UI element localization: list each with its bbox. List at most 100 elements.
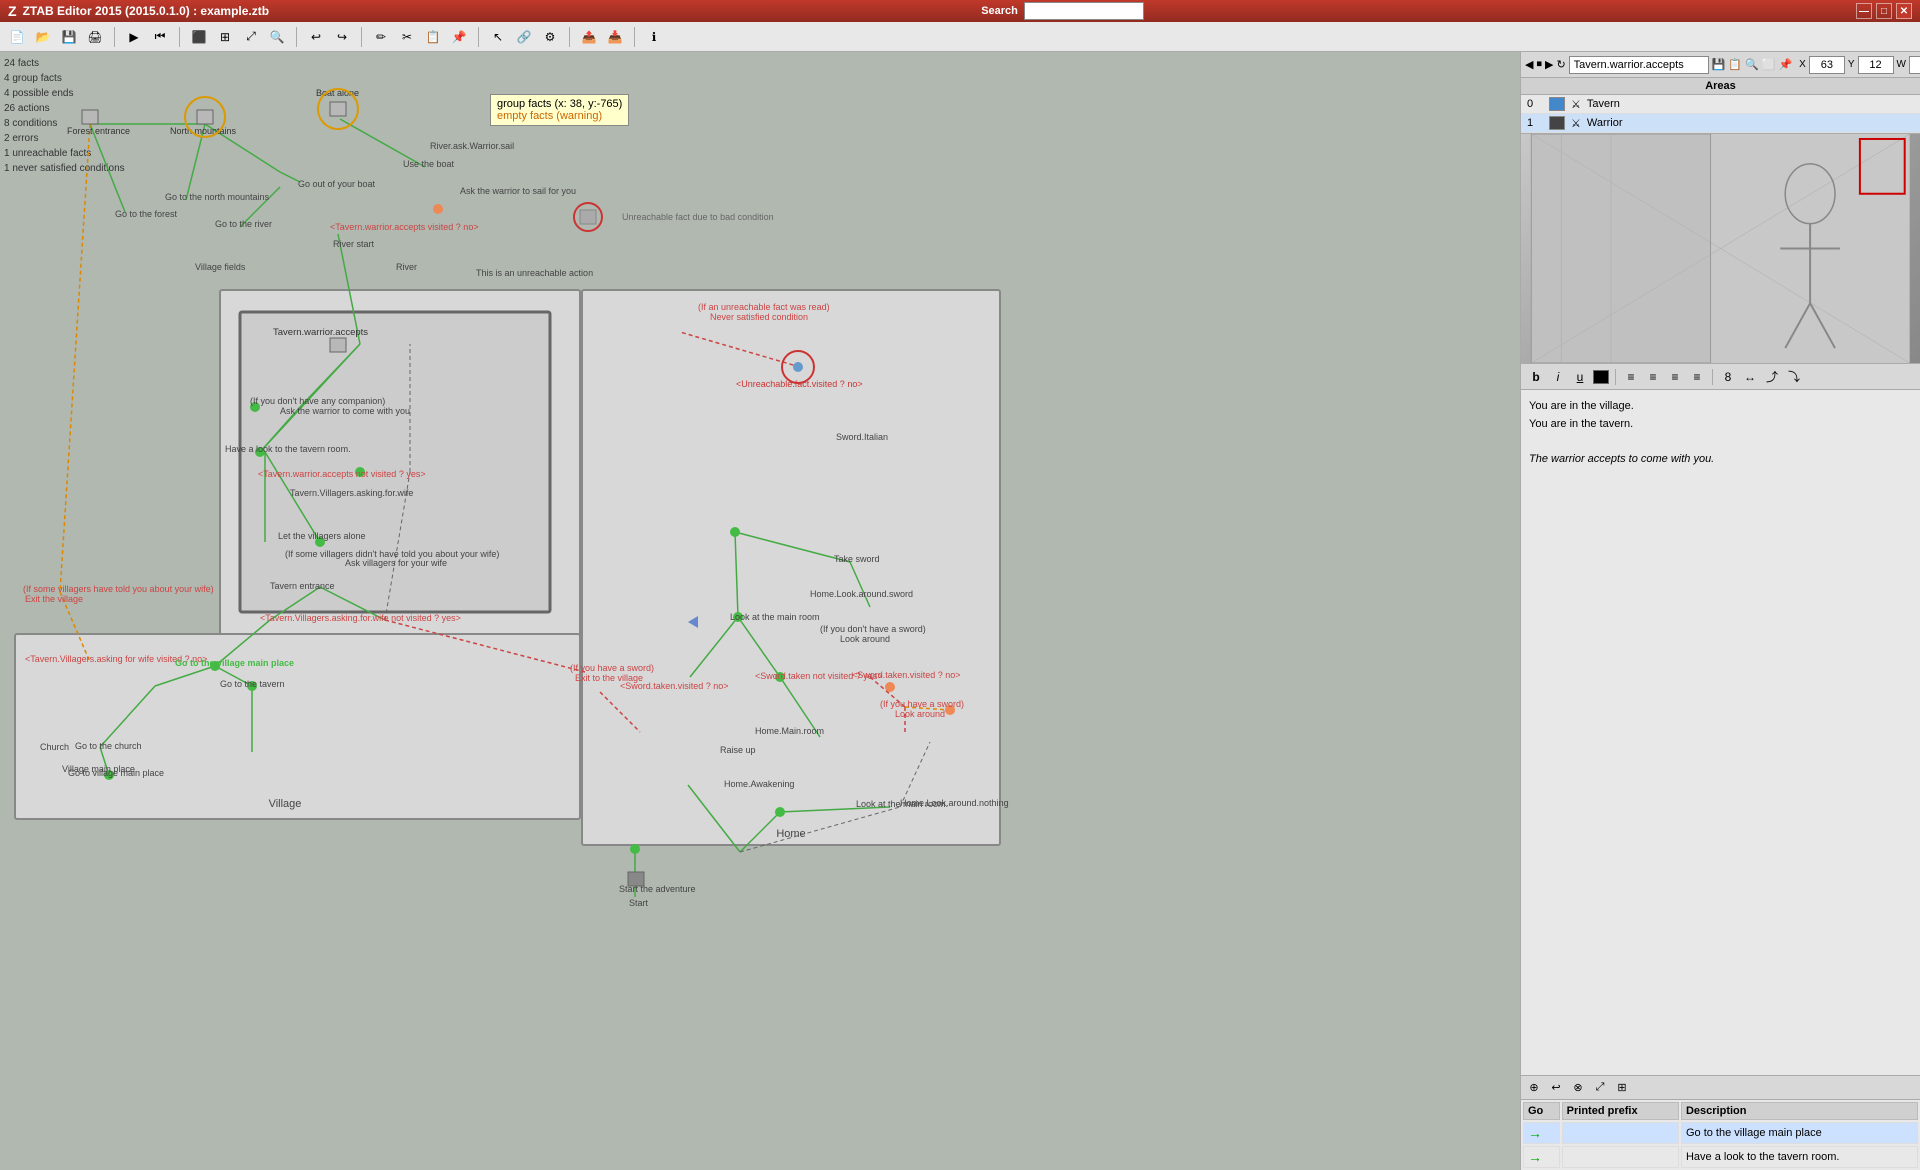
stat-conditions: 8 conditions — [4, 116, 125, 131]
area-icon-1 — [1549, 116, 1565, 130]
svg-text:Boat alone: Boat alone — [316, 88, 359, 98]
svg-text:(If you have a sword): (If you have a sword) — [880, 699, 964, 709]
undo-action-button[interactable]: ↩ — [1547, 1079, 1565, 1097]
export-text-button[interactable]: ⤴ — [1763, 368, 1781, 386]
settings-button[interactable]: ⚙ — [539, 26, 561, 48]
link-text-button[interactable]: ↔ — [1741, 368, 1759, 386]
import-text-button[interactable]: ⤵ — [1785, 368, 1803, 386]
start-button[interactable]: ⏮ — [149, 26, 171, 48]
action-row-0[interactable]: → Go to the village main place — [1523, 1122, 1918, 1144]
export-button[interactable]: 📤 — [578, 26, 600, 48]
about-button[interactable]: ℹ — [643, 26, 665, 48]
svg-text:<Tavern.Villagers.asking for w: <Tavern.Villagers.asking for wife visite… — [25, 654, 207, 664]
svg-text:Ask the warrior to sail for yo: Ask the warrior to sail for you — [460, 186, 576, 196]
area-row-0[interactable]: 0 ⚔ Tavern — [1521, 95, 1920, 114]
align-center-button[interactable]: ≡ — [1644, 368, 1662, 386]
areas-section: Areas 0 ⚔ Tavern 1 ⚔ Warrior — [1521, 78, 1920, 134]
svg-text:Tavern.Villagers.asking.for.wi: Tavern.Villagers.asking.for.wife — [290, 488, 413, 498]
text-line2: You are in the tavern. — [1529, 416, 1912, 434]
move-down-button[interactable]: ⊞ — [1613, 1079, 1631, 1097]
numbered-list-button[interactable]: 8 — [1719, 368, 1737, 386]
svg-text:Start the adventure: Start the adventure — [619, 884, 696, 894]
zoom-in-button[interactable]: 🔍 — [266, 26, 288, 48]
action-prefix-0 — [1562, 1122, 1679, 1144]
action-row-1[interactable]: → Have a look to the tavern room. — [1523, 1146, 1918, 1168]
svg-text:Go to the tavern: Go to the tavern — [220, 679, 285, 689]
refresh-button[interactable]: ↻ — [1556, 55, 1565, 75]
open-button[interactable]: 📂 — [32, 26, 54, 48]
copy-icon-button[interactable]: 📋 — [1728, 55, 1742, 75]
svg-text:Never satisfied condition: Never satisfied condition — [710, 312, 808, 322]
nav-back-button[interactable]: ◀ — [1525, 55, 1533, 75]
svg-text:Village: Village — [269, 798, 302, 810]
search-label: Search — [981, 5, 1018, 17]
stat-group: 4 group facts — [4, 71, 125, 86]
pointer-button[interactable]: ↖ — [487, 26, 509, 48]
maximize-button[interactable]: □ — [1876, 3, 1892, 19]
redo-button[interactable]: ↪ — [331, 26, 353, 48]
zoom-fit-button[interactable]: ⤢ — [240, 26, 262, 48]
underline-button[interactable]: u — [1571, 368, 1589, 386]
svg-text:Look around: Look around — [840, 634, 890, 644]
align-left-button[interactable]: ≡ — [1622, 368, 1640, 386]
save-button[interactable]: 💾 — [58, 26, 80, 48]
text-content: You are in the village. You are in the t… — [1521, 390, 1920, 1075]
save-icon-button[interactable]: 💾 — [1712, 55, 1726, 75]
svg-text:Use the boat: Use the boat — [403, 159, 455, 169]
stat-ends: 4 possible ends — [4, 86, 125, 101]
x-label: X — [1799, 59, 1806, 70]
area-num-1: 1 — [1527, 117, 1543, 129]
svg-text:Home.Look.around.sword: Home.Look.around.sword — [810, 589, 913, 599]
search-input[interactable] — [1024, 2, 1144, 20]
color-picker[interactable] — [1593, 370, 1609, 384]
delete-action-button[interactable]: ⊗ — [1569, 1079, 1587, 1097]
character-image — [1521, 134, 1920, 363]
svg-text:Village fields: Village fields — [195, 262, 246, 272]
paste-button[interactable]: 📌 — [448, 26, 470, 48]
titlebar-search: Search — [981, 2, 1144, 20]
group-button[interactable]: ⊞ — [214, 26, 236, 48]
select-button[interactable]: ⬛ — [188, 26, 210, 48]
minimize-button[interactable]: — — [1856, 3, 1872, 19]
arrow-icon-0: → — [1528, 1125, 1542, 1141]
canvas-area[interactable]: 24 facts 4 group facts 4 possible ends 2… — [0, 52, 1520, 1170]
play-button[interactable]: ▶ — [123, 26, 145, 48]
stat-unreachable: 1 unreachable facts — [4, 146, 125, 161]
text-line1: You are in the village. — [1529, 398, 1912, 416]
window-title: ZTAB Editor 2015 (2015.0.1.0) : example.… — [23, 4, 270, 18]
print-button[interactable]: 🖨 — [84, 26, 106, 48]
add-action-button[interactable]: ⊕ — [1525, 1079, 1543, 1097]
import-button[interactable]: 📥 — [604, 26, 626, 48]
search-icon-button[interactable]: 🔍 — [1745, 55, 1759, 75]
svg-text:Home.Awakening: Home.Awakening — [724, 779, 794, 789]
close-button[interactable]: ✕ — [1896, 3, 1912, 19]
sep4 — [361, 27, 362, 47]
undo-button[interactable]: ↩ — [305, 26, 327, 48]
arrow-icon-1: → — [1528, 1149, 1542, 1165]
fact-name-input[interactable] — [1569, 56, 1709, 74]
main-area: 24 facts 4 group facts 4 possible ends 2… — [0, 52, 1920, 1170]
area-icon-type-1: ⚔ — [1571, 117, 1581, 130]
cut-button[interactable]: ✂ — [396, 26, 418, 48]
align-right-button[interactable]: ≡ — [1666, 368, 1684, 386]
new-button[interactable]: 📄 — [6, 26, 28, 48]
area-row-1[interactable]: 1 ⚔ Warrior — [1521, 114, 1920, 133]
fmt-sep1 — [1615, 369, 1616, 385]
svg-text:Raise up: Raise up — [720, 745, 756, 755]
fmt-sep2 — [1712, 369, 1713, 385]
svg-text:Go to the river: Go to the river — [215, 219, 272, 229]
copy-button[interactable]: 📋 — [422, 26, 444, 48]
move-up-button[interactable]: ⤢ — [1591, 1079, 1609, 1097]
tooltip-line2: empty facts (warning) — [497, 110, 622, 122]
nav-home-button[interactable]: ⏹ — [1536, 55, 1542, 75]
link-button[interactable]: 🔗 — [513, 26, 535, 48]
pen-button[interactable]: ✏ — [370, 26, 392, 48]
svg-text:Village main place: Village main place — [62, 764, 135, 774]
expand-icon-button[interactable]: ⬜ — [1762, 55, 1776, 75]
bold-button[interactable]: b — [1527, 368, 1545, 386]
pin-icon-button[interactable]: 📌 — [1778, 55, 1792, 75]
stat-errors: 2 errors — [4, 131, 125, 146]
nav-forward-button[interactable]: ▶ — [1545, 55, 1553, 75]
italic-button[interactable]: i — [1549, 368, 1567, 386]
justify-button[interactable]: ≡ — [1688, 368, 1706, 386]
